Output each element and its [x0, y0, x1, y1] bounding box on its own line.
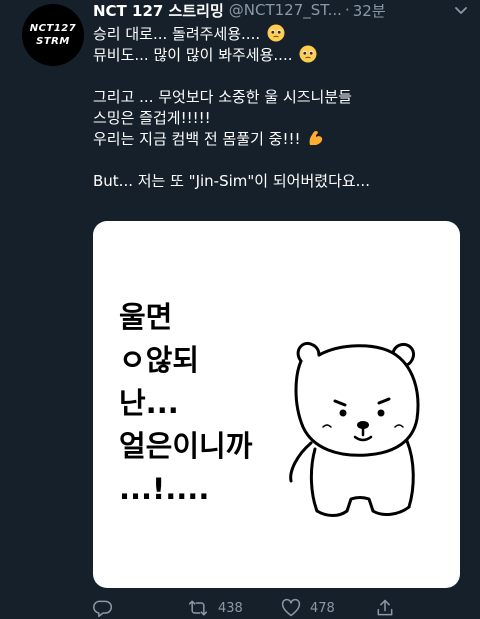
meme-line: ㅇ않되: [119, 343, 200, 377]
like-button[interactable]: 478: [281, 598, 375, 618]
timestamp[interactable]: 32분: [353, 0, 386, 21]
meme-line: ...!....: [119, 472, 210, 506]
tweet-line-text: 우리는 지금 컴백 전 몸풀기 중!!!: [93, 130, 301, 148]
separator-dot: ·: [344, 1, 350, 19]
display-name[interactable]: NCT 127 스트리밍: [93, 0, 224, 21]
tweet-line: 스밍은 즐겁게!!!!!: [93, 109, 211, 127]
avatar-text-line1: NCT127: [29, 23, 77, 34]
tweet-actions: 438 478: [93, 596, 465, 619]
flexed-biceps-emoji: [307, 129, 325, 153]
tweet-line: 우리는 지금 컴백 전 몸풀기 중!!!: [93, 129, 465, 150]
tweet-line: 뮤비도... 많이 많이 봐주세용....: [93, 45, 465, 66]
meme-line: 얼은이니까: [119, 429, 253, 463]
chevron-down-icon[interactable]: [449, 0, 473, 20]
reply-button[interactable]: [93, 598, 187, 618]
share-icon: [377, 599, 393, 616]
retweet-button[interactable]: 438: [187, 598, 281, 618]
meme-line: 난...: [119, 386, 179, 420]
retweet-count: 438: [218, 600, 243, 616]
tweet-text: 승리 대로... 돌려주세용.... 뮤비도... 많이 많이 봐주세용....: [93, 24, 465, 192]
tweet-line: But... 저는 또 "Jin-Sim"이 되어버렸다요...: [93, 172, 370, 190]
user-handle[interactable]: @NCT127_ST...: [229, 1, 342, 19]
tweet-line-text: 승리 대로... 돌려주세용....: [93, 25, 261, 43]
tweet-line: 승리 대로... 돌려주세용....: [93, 24, 465, 45]
like-count: 478: [310, 600, 335, 616]
avatar-text-line2: STRM: [36, 36, 70, 47]
bear-illustration: [289, 342, 420, 517]
pleading-face-emoji: [299, 45, 317, 69]
heart-icon: [281, 598, 301, 617]
reply-icon: [93, 600, 113, 618]
tweet[interactable]: NCT127 STRM NCT 127 스트리밍 @NCT127_ST... ·…: [0, 0, 480, 619]
share-button[interactable]: [375, 598, 395, 618]
meme-line: 울면: [119, 300, 173, 334]
tweet-line: 그리고 ... 무엇보다 소중한 울 시즈니분들: [93, 88, 352, 106]
tweet-image[interactable]: 울면 ㅇ않되 난... 얼은이니까 ...!....: [93, 221, 460, 588]
retweet-icon: [188, 600, 208, 616]
tweet-line-text: 뮤비도... 많이 많이 봐주세용....: [93, 46, 293, 64]
meme-caption: 울면 ㅇ않되 난... 얼은이니까 ...!....: [119, 296, 252, 511]
tweet-header: NCT 127 스트리밍 @NCT127_ST... · 32분: [93, 0, 473, 20]
avatar[interactable]: NCT127 STRM: [22, 4, 84, 66]
